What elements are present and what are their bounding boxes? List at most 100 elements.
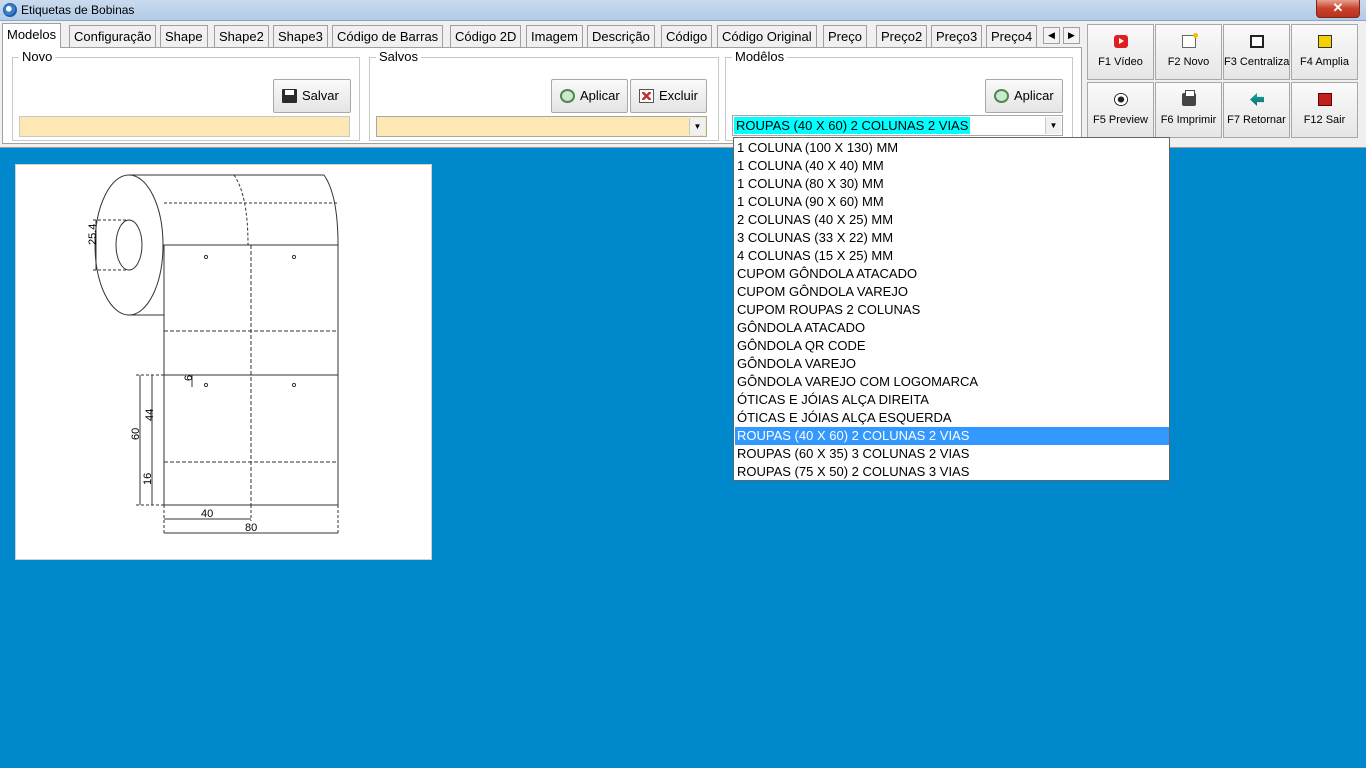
floppy-disk-icon — [282, 89, 297, 103]
list-item[interactable]: 4 COLUNAS (15 X 25) MM — [735, 247, 1169, 265]
tab-imagem[interactable]: Imagem — [526, 25, 583, 47]
list-item[interactable]: 2 COLUNAS (40 X 25) MM — [735, 211, 1169, 229]
tab-preco3[interactable]: Preço3 — [931, 25, 983, 47]
list-item[interactable]: GÔNDOLA VAREJO COM LOGOMARCA — [735, 373, 1169, 391]
zoom-icon — [1318, 35, 1332, 48]
close-button[interactable]: ✕ — [1316, 0, 1360, 18]
tab-strip: Modelos Configuração Shape Shape2 Shape3… — [2, 23, 1082, 48]
list-item[interactable]: GÔNDOLA VAREJO — [735, 355, 1169, 373]
function-key-panel: F1 Vídeo F2 Novo F3 Centraliza F4 Amplia… — [1085, 24, 1365, 144]
f7-back-button[interactable]: F7 Retornar — [1223, 82, 1290, 138]
tab-shape[interactable]: Shape — [160, 25, 208, 47]
label-roll-preview: 25.4 60 44 16 6 40 80 — [15, 164, 432, 560]
delete-button[interactable]: Excluir — [630, 79, 707, 113]
list-item[interactable]: CUPOM GÔNDOLA VAREJO — [735, 283, 1169, 301]
tab-scroll-right-icon[interactable]: ▶ — [1063, 27, 1080, 44]
list-item[interactable]: GÔNDOLA ATACADO — [735, 319, 1169, 337]
list-item[interactable]: CUPOM ROUPAS 2 COLUNAS — [735, 301, 1169, 319]
salvos-apply-button[interactable]: Aplicar — [551, 79, 628, 113]
list-item[interactable]: CUPOM GÔNDOLA ATACADO — [735, 265, 1169, 283]
salvos-apply-label: Aplicar — [580, 88, 620, 103]
delete-button-label: Excluir — [659, 88, 699, 103]
tab-preco2[interactable]: Preço2 — [876, 25, 928, 47]
video-icon — [1114, 35, 1128, 48]
list-item[interactable]: 1 COLUNA (80 X 30) MM — [735, 175, 1169, 193]
tab-descricao[interactable]: Descrição — [587, 25, 655, 47]
f2-new-button[interactable]: F2 Novo — [1155, 24, 1222, 80]
tab-codigo-original[interactable]: Código Original — [717, 25, 817, 47]
save-button[interactable]: Salvar — [273, 79, 351, 113]
printer-icon — [1182, 90, 1196, 106]
app-icon — [3, 3, 17, 17]
total-width-label: 80 — [245, 522, 257, 534]
saved-models-select[interactable]: ▼ — [376, 116, 707, 137]
tab-codigo-2d[interactable]: Código 2D — [450, 25, 522, 47]
f4-zoom-button[interactable]: F4 Amplia — [1291, 24, 1358, 80]
list-item[interactable]: 1 COLUNA (100 X 130) MM — [735, 139, 1169, 157]
f7-label: F7 Retornar — [1227, 114, 1286, 126]
list-item[interactable]: 1 COLUNA (90 X 60) MM — [735, 193, 1169, 211]
delete-icon — [639, 89, 654, 103]
lower-dimension-label: 16 — [142, 473, 154, 485]
list-item[interactable]: 1 COLUNA (40 X 40) MM — [735, 157, 1169, 175]
new-document-icon — [1182, 33, 1198, 48]
group-novo-legend: Novo — [19, 49, 56, 64]
new-model-name-input[interactable] — [19, 116, 350, 137]
list-item[interactable]: GÔNDOLA QR CODE — [735, 337, 1169, 355]
list-item[interactable]: ROUPAS (75 X 50) 2 COLUNAS 3 VIAS — [735, 463, 1169, 481]
f12-label: F12 Sair — [1303, 114, 1346, 126]
tab-shape3[interactable]: Shape3 — [273, 25, 328, 47]
f6-label: F6 Imprimir — [1160, 114, 1217, 126]
list-item[interactable]: ROUPAS (40 X 60) 2 COLUNAS 2 VIAS — [735, 427, 1169, 445]
window-title: Etiquetas de Bobinas — [21, 3, 135, 17]
tab-shape2[interactable]: Shape2 — [214, 25, 269, 47]
list-item[interactable]: ÓTICAS E JÓIAS ALÇA DIREITA — [735, 391, 1169, 409]
group-modelos-legend: Modêlos — [732, 49, 788, 64]
f6-print-button[interactable]: F6 Imprimir — [1155, 82, 1222, 138]
roll-outer-ellipse — [94, 174, 164, 316]
model-select-value: ROUPAS (40 X 60) 2 COLUNAS 2 VIAS — [734, 117, 971, 134]
back-arrow-icon — [1250, 93, 1264, 106]
modelos-apply-label: Aplicar — [1014, 88, 1054, 103]
chevron-down-icon[interactable]: ▼ — [689, 118, 705, 135]
model-select[interactable]: ROUPAS (40 X 60) 2 COLUNAS 2 VIAS ▼ — [732, 115, 1063, 136]
upper-dimension-label: 44 — [144, 409, 156, 421]
group-modelos: Modêlos Aplicar ROUPAS (40 X 60) 2 COLUN… — [725, 49, 1073, 141]
apply-icon — [994, 89, 1009, 103]
tab-codigo-de-barras[interactable]: Código de Barras — [332, 25, 444, 47]
title-bar: Etiquetas de Bobinas ✕ — [0, 0, 1366, 21]
modelos-apply-button[interactable]: Aplicar — [985, 79, 1063, 113]
model-dropdown-list[interactable]: 1 COLUNA (100 X 130) MM 1 COLUNA (40 X 4… — [733, 137, 1170, 481]
hole-dimension-label: 6 — [183, 375, 195, 381]
f2-label: F2 Novo — [1167, 56, 1210, 68]
tab-scroll-left-icon[interactable]: ◀ — [1043, 27, 1060, 44]
apply-icon — [560, 89, 575, 103]
tab-configuracao[interactable]: Configuração — [69, 25, 157, 47]
f12-exit-button[interactable]: F12 Sair — [1291, 82, 1358, 138]
center-icon — [1250, 35, 1264, 48]
tab-codigo[interactable]: Código — [661, 25, 713, 47]
tab-preco[interactable]: Preço — [823, 25, 867, 47]
height-dimension-label: 60 — [130, 428, 142, 440]
f5-label: F5 Preview — [1092, 114, 1149, 126]
exit-icon — [1318, 93, 1332, 106]
tab-panel-modelos: Novo Salvar Salvos Aplicar Excluir ▼ Mod… — [2, 47, 1082, 144]
column-width-label: 40 — [201, 508, 213, 520]
f4-label: F4 Amplia — [1300, 56, 1349, 68]
list-item[interactable]: 3 COLUNAS (33 X 22) MM — [735, 229, 1169, 247]
list-item[interactable]: ÓTICAS E JÓIAS ALÇA ESQUERDA — [735, 409, 1169, 427]
toolbar: Modelos Configuração Shape Shape2 Shape3… — [0, 21, 1366, 148]
roll-core-ellipse — [115, 219, 143, 271]
f1-video-button[interactable]: F1 Vídeo — [1087, 24, 1154, 80]
core-dimension-label: 25.4 — [87, 224, 99, 245]
group-salvos-legend: Salvos — [376, 49, 422, 64]
chevron-down-icon[interactable]: ▼ — [1045, 117, 1061, 134]
list-item[interactable]: ROUPAS (60 X 35) 3 COLUNAS 2 VIAS — [735, 445, 1169, 463]
f3-center-button[interactable]: F3 Centraliza — [1223, 24, 1290, 80]
eye-icon — [1114, 93, 1128, 106]
f3-label: F3 Centraliza — [1224, 56, 1290, 68]
tab-preco4[interactable]: Preço4 — [986, 25, 1038, 47]
f5-preview-button[interactable]: F5 Preview — [1087, 82, 1154, 138]
label-roll-diagram: 25.4 60 44 16 6 40 80 — [87, 174, 339, 535]
tab-modelos[interactable]: Modelos — [2, 23, 62, 48]
